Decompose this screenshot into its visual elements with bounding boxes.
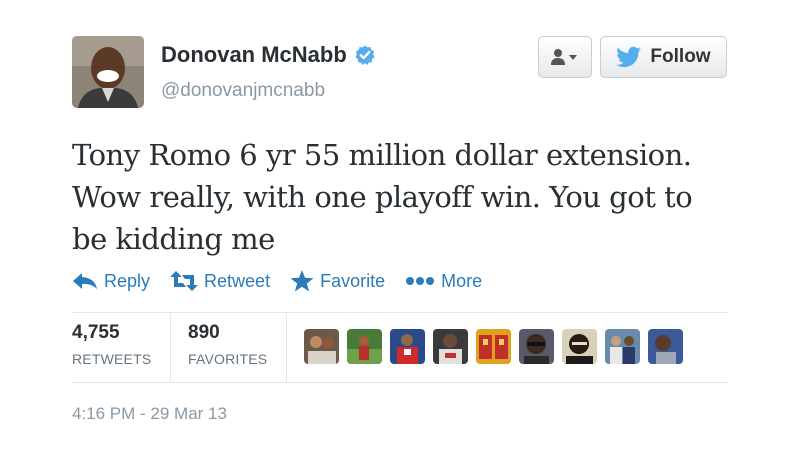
twitter-bird-icon [616,46,642,68]
divider-bottom [72,382,727,383]
stat-separator [170,312,171,382]
favorite-count-label: FAVORITES [188,351,268,367]
user-dropdown-button[interactable] [538,36,592,78]
follow-button[interactable]: Follow [600,36,727,78]
favoriter-avatar[interactable] [562,329,597,364]
favoriter-avatar[interactable] [433,329,468,364]
reply-button[interactable]: Reply [72,271,150,292]
tweet-text: Tony Romo 6 yr 55 million dollar extensi… [72,138,693,256]
stat-separator [286,312,287,382]
display-name[interactable]: Donovan McNabb [161,42,347,68]
verified-badge-icon [355,45,375,65]
retweet-label: Retweet [204,270,271,291]
user-dropdown-icon [551,49,577,65]
favoriter-avatar[interactable] [648,329,683,364]
tweet-timestamp[interactable]: 4:16 PM - 29 Mar 13 [72,404,227,424]
favoriter-avatar[interactable] [519,329,554,364]
retweet-icon [170,271,199,291]
more-button[interactable]: More [405,271,482,292]
retweet-button[interactable]: Retweet [170,271,270,292]
favoriter-avatar[interactable] [390,329,425,364]
favoriter-avatar[interactable] [304,329,339,364]
tweet-actions: Reply Retweet Favorite More [72,270,502,292]
avatar[interactable] [72,36,144,108]
retweet-count-label: RETWEETS [72,351,152,367]
follow-label: Follow [650,46,711,67]
more-dots-icon [406,277,435,285]
profile-photo [72,36,144,108]
more-label: More [441,270,483,291]
retweet-count: 4,755 [72,322,120,343]
favoriter-avatars [304,329,691,364]
reply-label: Reply [104,270,151,291]
reply-icon [73,273,97,289]
favoriter-avatar[interactable] [347,329,382,364]
favorite-label: Favorite [320,270,386,291]
favoriter-avatar[interactable] [476,329,511,364]
favorite-button[interactable]: Favorite [290,270,385,292]
favoriter-avatar[interactable] [605,329,640,364]
favorite-count: 890 [188,322,220,343]
tweet-stats: 4,755 RETWEETS 890 FAVORITES [72,312,727,382]
user-handle[interactable]: @donovanjmcnabb [161,80,325,102]
star-icon [290,270,314,292]
